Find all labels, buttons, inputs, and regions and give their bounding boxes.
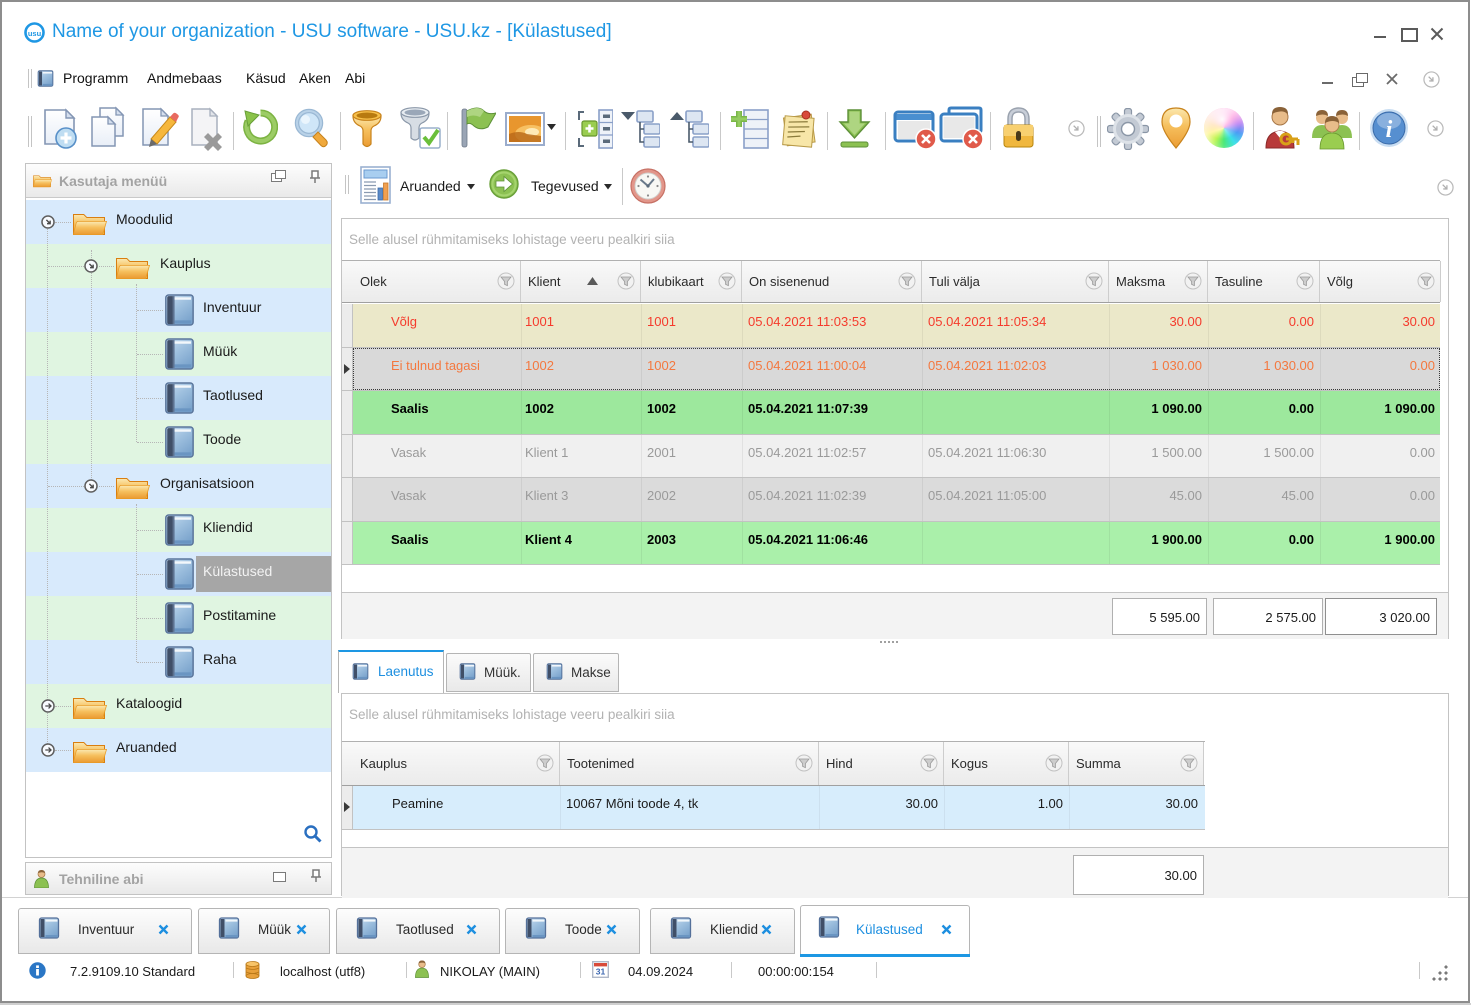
svg-text:usu: usu xyxy=(28,29,42,38)
svg-text:i: i xyxy=(1386,117,1393,143)
svg-text:31: 31 xyxy=(596,966,606,976)
